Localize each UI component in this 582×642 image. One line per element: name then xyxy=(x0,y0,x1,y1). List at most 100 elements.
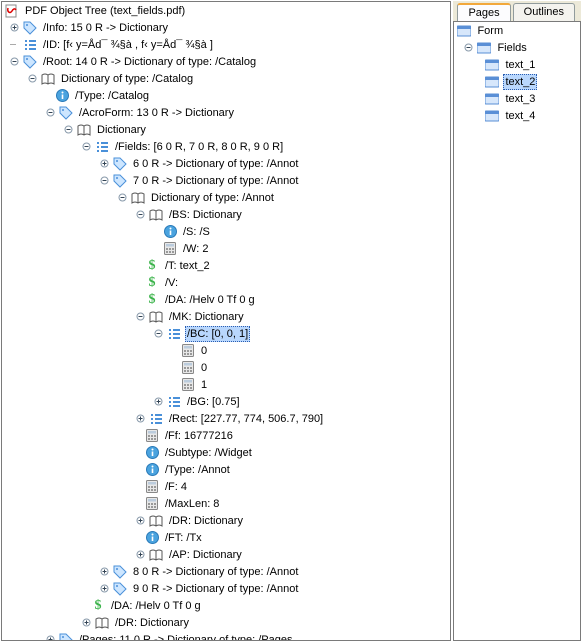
tree-node[interactable]: 6 0 R -> Dictionary of type: /Annot xyxy=(2,155,450,172)
node-label[interactable]: /S: /S xyxy=(181,224,212,240)
tree-node[interactable]: 0 xyxy=(2,359,450,376)
tree-node[interactable]: /Type: /Catalog xyxy=(2,87,450,104)
tab-outlines[interactable]: Outlines xyxy=(513,3,575,21)
node-label[interactable]: 7 0 R -> Dictionary of type: /Annot xyxy=(131,173,300,189)
tree-node[interactable]: Dictionary xyxy=(2,121,450,138)
node-label[interactable]: Dictionary xyxy=(95,122,148,138)
toggle-handle[interactable] xyxy=(62,124,74,136)
tree-node[interactable]: /Info: 15 0 R -> Dictionary xyxy=(2,19,450,36)
toggle-handle[interactable] xyxy=(98,566,110,578)
tree-node[interactable]: $/V: xyxy=(2,274,450,291)
tree-panel[interactable]: PDF Object Tree (text_fields.pdf) /Info:… xyxy=(1,1,451,641)
toggle-handle[interactable] xyxy=(152,328,164,340)
tree-node[interactable]: $/T: text_2 xyxy=(2,257,450,274)
node-label[interactable]: 0 xyxy=(199,343,209,359)
tree-node[interactable]: /BS: Dictionary xyxy=(2,206,450,223)
node-label[interactable]: /F: 4 xyxy=(163,479,189,495)
field-text2[interactable]: text_2 xyxy=(503,74,537,90)
toggle-handle[interactable] xyxy=(98,583,110,595)
fields-label[interactable]: Fields xyxy=(495,40,528,56)
node-label[interactable]: /DA: /Helv 0 Tf 0 g xyxy=(109,598,203,614)
toggle-handle[interactable] xyxy=(134,311,146,323)
tree-node[interactable]: 0 xyxy=(2,342,450,359)
tree-node[interactable]: /AP: Dictionary xyxy=(2,546,450,563)
toggle-handle[interactable] xyxy=(80,141,92,153)
node-label[interactable]: /V: xyxy=(163,275,180,291)
tree-node[interactable]: /BG: [0.75] xyxy=(2,393,450,410)
tree-node[interactable]: /MaxLen: 8 xyxy=(2,495,450,512)
tree-node[interactable]: 8 0 R -> Dictionary of type: /Annot xyxy=(2,563,450,580)
tree-node[interactable]: /Rect: [227.77, 774, 506.7, 790] xyxy=(2,410,450,427)
toggle-handle[interactable] xyxy=(8,22,20,34)
tree-node[interactable]: /S: /S xyxy=(2,223,450,240)
toggle-handle[interactable] xyxy=(152,396,164,408)
tree-node[interactable]: Dictionary of type: /Catalog xyxy=(2,70,450,87)
node-label[interactable]: /BC: [0, 0, 1] xyxy=(185,326,250,342)
tree-node[interactable]: /FT: /Tx xyxy=(2,529,450,546)
tab-pages[interactable]: Pages xyxy=(457,3,510,21)
toggle-handle[interactable] xyxy=(44,107,56,119)
tree-node[interactable]: /Subtype: /Widget xyxy=(2,444,450,461)
node-label[interactable]: /MK: Dictionary xyxy=(167,309,246,325)
tree-node[interactable]: 1 xyxy=(2,376,450,393)
node-label[interactable]: /ID: [f‹ y=Åd¯ ¾§à , f‹ y=Åd¯ ¾§à ] xyxy=(41,37,215,53)
node-label[interactable]: 8 0 R -> Dictionary of type: /Annot xyxy=(131,564,300,580)
node-label[interactable]: /W: 2 xyxy=(181,241,210,257)
node-label[interactable]: /Type: /Catalog xyxy=(73,88,151,104)
node-label[interactable]: /Ff: 16777216 xyxy=(163,428,235,444)
toggle-handle[interactable] xyxy=(462,42,474,54)
toggle-handle[interactable] xyxy=(134,209,146,221)
tree-node[interactable]: $/DA: /Helv 0 Tf 0 g xyxy=(2,597,450,614)
toggle-handle[interactable] xyxy=(116,192,128,204)
node-label[interactable]: /BS: Dictionary xyxy=(167,207,244,223)
tree-node[interactable]: /MK: Dictionary xyxy=(2,308,450,325)
node-label[interactable]: 6 0 R -> Dictionary of type: /Annot xyxy=(131,156,300,172)
tree-node[interactable]: /W: 2 xyxy=(2,240,450,257)
toggle-handle[interactable] xyxy=(26,73,38,85)
node-label[interactable]: /FT: /Tx xyxy=(163,530,204,546)
tree-node[interactable]: /Fields: [6 0 R, 7 0 R, 8 0 R, 9 0 R] xyxy=(2,138,450,155)
node-label[interactable]: /MaxLen: 8 xyxy=(163,496,221,512)
toggle-handle[interactable] xyxy=(134,549,146,561)
tree-node[interactable]: /Pages: 11 0 R -> Dictionary of type: /P… xyxy=(2,631,450,641)
field-text3[interactable]: text_3 xyxy=(503,91,537,107)
toggle-handle[interactable] xyxy=(98,175,110,187)
toggle-handle[interactable] xyxy=(134,515,146,527)
tree-node[interactable]: /Ff: 16777216 xyxy=(2,427,450,444)
node-label[interactable]: /Type: /Annot xyxy=(163,462,232,478)
toggle-handle[interactable] xyxy=(134,413,146,425)
node-label[interactable]: /Pages: 11 0 R -> Dictionary of type: /P… xyxy=(77,632,295,642)
node-label[interactable]: /Subtype: /Widget xyxy=(163,445,254,461)
node-label[interactable]: /Rect: [227.77, 774, 506.7, 790] xyxy=(167,411,325,427)
toggle-handle[interactable] xyxy=(80,617,92,629)
field-text4[interactable]: text_4 xyxy=(503,108,537,124)
tree-node[interactable]: /ID: [f‹ y=Åd¯ ¾§à , f‹ y=Åd¯ ¾§à ] xyxy=(2,36,450,53)
tree-node[interactable]: $/DA: /Helv 0 Tf 0 g xyxy=(2,291,450,308)
tree-node[interactable]: /F: 4 xyxy=(2,478,450,495)
toggle-handle[interactable] xyxy=(8,56,20,68)
tree-node[interactable]: 9 0 R -> Dictionary of type: /Annot xyxy=(2,580,450,597)
tree-node[interactable]: /DR: Dictionary xyxy=(2,512,450,529)
toggle-handle[interactable] xyxy=(98,158,110,170)
node-label[interactable]: /DR: Dictionary xyxy=(167,513,245,529)
tree-node[interactable]: /BC: [0, 0, 1] xyxy=(2,325,450,342)
node-label[interactable]: /Root: 14 0 R -> Dictionary of type: /Ca… xyxy=(41,54,258,70)
field-text1[interactable]: text_1 xyxy=(503,57,537,73)
tree-node[interactable]: /Type: /Annot xyxy=(2,461,450,478)
node-label[interactable]: /AP: Dictionary xyxy=(167,547,244,563)
node-label[interactable]: 1 xyxy=(199,377,209,393)
node-label[interactable]: Dictionary of type: /Catalog xyxy=(59,71,195,87)
node-label[interactable]: 9 0 R -> Dictionary of type: /Annot xyxy=(131,581,300,597)
node-label[interactable]: /T: text_2 xyxy=(163,258,212,274)
node-label[interactable]: 0 xyxy=(199,360,209,376)
node-label[interactable]: /BG: [0.75] xyxy=(185,394,242,410)
node-label[interactable]: /DA: /Helv 0 Tf 0 g xyxy=(163,292,257,308)
right-tree[interactable]: Form Fields text_1 text_2 text_3 tex xyxy=(453,21,581,641)
tree-node[interactable]: Dictionary of type: /Annot xyxy=(2,189,450,206)
tree-node[interactable]: /AcroForm: 13 0 R -> Dictionary xyxy=(2,104,450,121)
tree-node[interactable]: /DR: Dictionary xyxy=(2,614,450,631)
toggle-handle[interactable] xyxy=(44,634,56,642)
node-label[interactable]: /Info: 15 0 R -> Dictionary xyxy=(41,20,170,36)
node-label[interactable]: Dictionary of type: /Annot xyxy=(149,190,276,206)
node-label[interactable]: /DR: Dictionary xyxy=(113,615,191,631)
